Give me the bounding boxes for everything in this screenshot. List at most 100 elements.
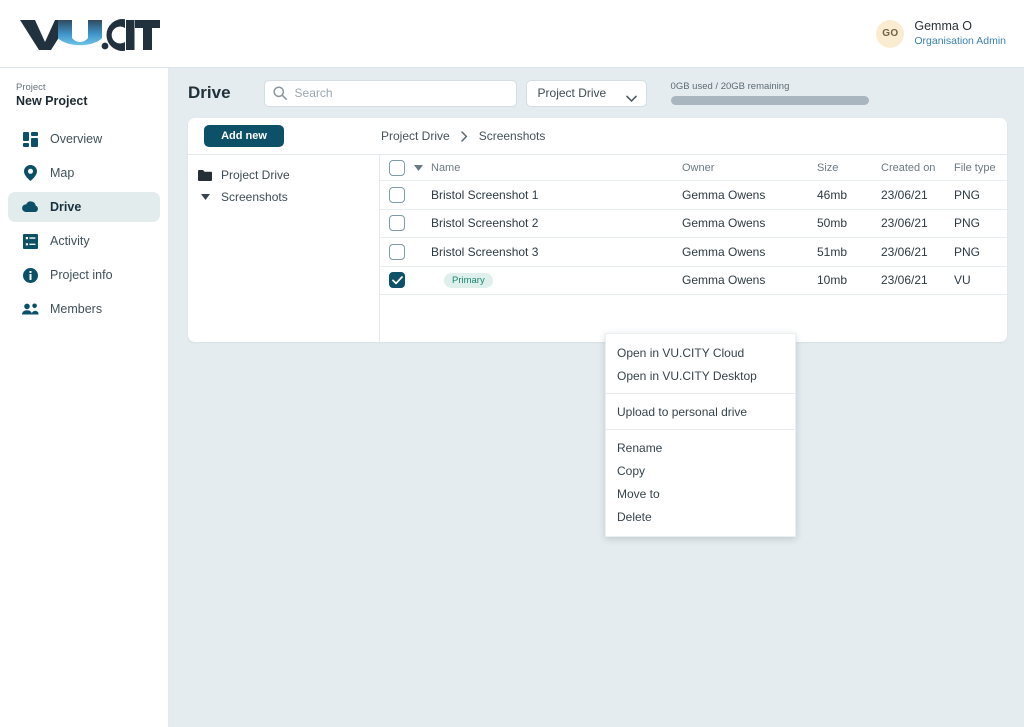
row-checkbox[interactable]: [389, 243, 405, 260]
sidebar: Project New Project Overview Map Drive A…: [0, 68, 169, 727]
breadcrumb: Project Drive Screenshots: [381, 129, 545, 143]
sidebar-item-activity[interactable]: Activity: [8, 226, 160, 256]
drive-select[interactable]: Project Drive: [525, 79, 647, 108]
vucity-logo-mark: [20, 18, 160, 51]
page-title: Drive: [188, 83, 231, 102]
select-all-checkbox[interactable]: [389, 159, 405, 176]
table-empty-row: [380, 295, 1007, 324]
row-checkbox[interactable]: [389, 186, 405, 203]
table-row[interactable]: Bristol Screenshot 2 Gemma Owens 50mb 23…: [380, 210, 1007, 238]
menu-item-move-to[interactable]: Move to: [606, 482, 795, 505]
chevron-right-icon: [460, 130, 468, 142]
user-menu[interactable]: GO Gemma O Organisation Admin: [876, 19, 1006, 48]
caret-down-icon[interactable]: [198, 194, 212, 200]
tree-item-project-drive[interactable]: Project Drive: [188, 164, 379, 186]
sidebar-item-overview[interactable]: Overview: [8, 124, 160, 154]
row-select-cell: [380, 272, 414, 289]
cell-filetype: VU: [954, 273, 971, 288]
cell-size: 46mb: [817, 187, 848, 202]
cell-created: 23/06/21: [881, 216, 928, 231]
people-icon: [22, 301, 39, 318]
row-select-cell: [380, 186, 414, 203]
sidebar-item-label: Drive: [50, 200, 82, 214]
file-name: Bristol Screenshot 3: [431, 244, 539, 259]
drive-select-label: Project Drive: [537, 86, 607, 100]
menu-item-copy[interactable]: Copy: [606, 459, 795, 482]
context-menu: Open in VU.CITY Cloud Open in VU.CITY De…: [605, 333, 796, 537]
file-name: Bristol Screenshot 1: [431, 187, 539, 202]
cell-filetype: PNG: [954, 187, 981, 202]
column-header-created[interactable]: Created on: [881, 162, 954, 174]
card-body: Project Drive Screenshots Name Owner Siz…: [188, 154, 1007, 342]
table-row[interactable]: Bristol Screenshot 3 Gemma Owens 51mb 23…: [380, 238, 1007, 267]
menu-item-open-cloud[interactable]: Open in VU.CITY Cloud: [606, 341, 795, 364]
table-header-row: Name Owner Size Created on File type: [380, 155, 1007, 181]
menu-item-upload-personal-drive[interactable]: Upload to personal drive: [606, 400, 795, 423]
sidebar-item-label: Map: [50, 166, 75, 180]
menu-item-open-desktop[interactable]: Open in VU.CITY Desktop: [606, 364, 795, 387]
tree-item-label: Project Drive: [221, 168, 290, 182]
row-select-cell: [380, 215, 414, 232]
select-all-cell: [380, 159, 414, 176]
storage-text: 0GB used / 20GB remaining: [670, 81, 790, 92]
main-content: Drive Project Drive 0GB used / 20GB rema…: [169, 68, 1024, 727]
sidebar-item-label: Members: [50, 302, 103, 316]
user-name: Gemma O: [914, 19, 973, 34]
top-bar: GO Gemma O Organisation Admin: [0, 0, 1024, 68]
tree-item-screenshots[interactable]: Screenshots: [188, 186, 379, 208]
breadcrumb-current[interactable]: Screenshots: [479, 129, 546, 143]
project-name: New Project: [16, 94, 88, 108]
menu-separator: [606, 393, 795, 394]
cell-size: 50mb: [817, 216, 848, 231]
cell-created: 23/06/21: [881, 273, 928, 288]
sidebar-item-drive[interactable]: Drive: [8, 192, 160, 222]
cell-filetype: PNG: [954, 216, 981, 231]
folder-tree: Project Drive Screenshots: [188, 154, 380, 342]
cell-filetype: PNG: [954, 244, 981, 259]
sidebar-item-label: Overview: [50, 132, 103, 146]
select-all-caret[interactable]: [414, 164, 431, 171]
cell-created: 23/06/21: [881, 244, 928, 259]
cell-owner: Gemma Owens: [682, 244, 766, 259]
menu-item-rename[interactable]: Rename: [606, 436, 795, 459]
search-input[interactable]: [263, 79, 517, 107]
storage-bar: [670, 96, 869, 105]
status-badge: Primary: [444, 272, 493, 288]
cell-owner: Gemma Owens: [682, 273, 766, 288]
sidebar-item-project-info[interactable]: Project info: [8, 260, 160, 290]
sidebar-item-label: Project info: [50, 268, 113, 282]
tree-item-label: Screenshots: [221, 190, 288, 204]
column-header-filetype[interactable]: File type: [954, 162, 1007, 174]
avatar: GO: [876, 19, 905, 48]
table-row[interactable]: Bristol Screenshot 1 Gemma Owens 46mb 23…: [380, 181, 1007, 210]
menu-item-delete[interactable]: Delete: [606, 505, 795, 528]
chevron-down-icon: [625, 90, 637, 108]
column-header-owner[interactable]: Owner: [682, 162, 817, 174]
column-header-name[interactable]: Name: [431, 162, 682, 174]
sidebar-item-label: Activity: [50, 234, 90, 248]
row-checkbox[interactable]: [389, 215, 405, 232]
cell-name: Bristol Screenshot 3: [431, 245, 682, 259]
row-checkbox[interactable]: [389, 272, 405, 289]
cloud-icon: [22, 199, 39, 216]
vucity-logo[interactable]: [18, 16, 161, 52]
user-text: Gemma O Organisation Admin: [914, 19, 1006, 48]
search-box: [263, 79, 517, 107]
pin-icon: [22, 165, 39, 182]
cell-size: 51mb: [817, 244, 848, 259]
cell-name: Bristol Screenshot 1: [431, 188, 682, 202]
table-row-selected[interactable]: Primary Gemma Owens 10mb 23/06/21 VU: [380, 267, 1007, 295]
card-toolbar: Add new Project Drive Screenshots: [188, 118, 1007, 154]
cell-created: 23/06/21: [881, 187, 928, 202]
project-label: Project: [16, 82, 46, 93]
file-name: Bristol Screenshot 2: [431, 216, 539, 231]
sidebar-item-members[interactable]: Members: [8, 294, 160, 324]
column-header-size[interactable]: Size: [817, 162, 881, 174]
cell-owner: Gemma Owens: [682, 187, 766, 202]
cell-size: 10mb: [817, 273, 848, 288]
add-new-button[interactable]: Add new: [204, 125, 284, 147]
drive-card: Add new Project Drive Screenshots Projec…: [188, 118, 1007, 342]
sidebar-item-map[interactable]: Map: [8, 158, 160, 188]
cell-name: Bristol Screenshot 2: [431, 216, 682, 230]
breadcrumb-root[interactable]: Project Drive: [381, 129, 450, 143]
